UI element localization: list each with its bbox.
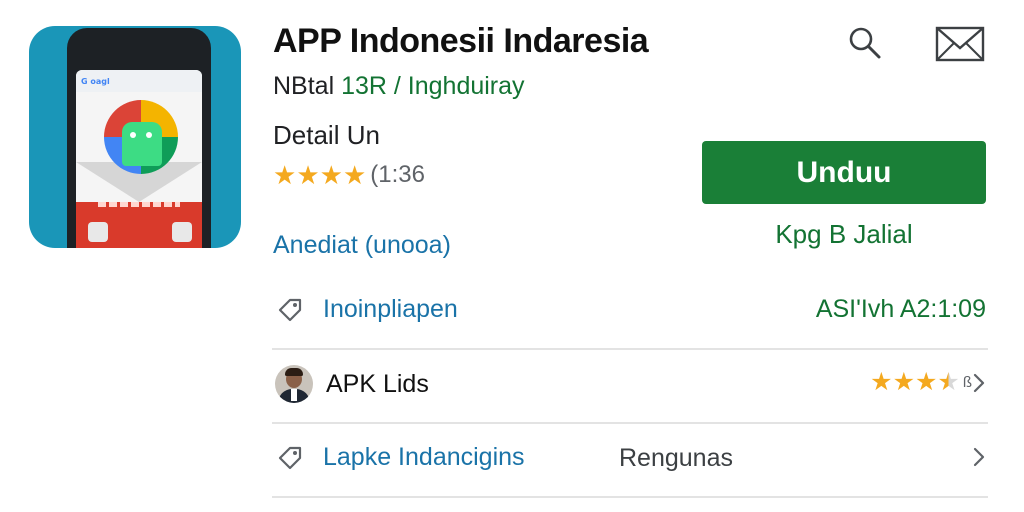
rating-count: (1:36 xyxy=(370,161,425,188)
info-row-inoinpliapen[interactable]: Inoinpliapen ASI'Ivh A2:1:09 xyxy=(270,282,990,342)
row-value: ASI'Ivh A2:1:09 xyxy=(815,295,986,323)
star-icon: ★ xyxy=(273,160,297,190)
mail-icon[interactable] xyxy=(935,26,985,62)
star-icon: ★ xyxy=(914,368,938,396)
row-rating-extra: ß xyxy=(962,374,972,391)
developer-prefix: NBtal xyxy=(273,72,335,100)
star-icon: ★ xyxy=(892,368,915,396)
search-icon[interactable] xyxy=(846,24,884,62)
row-label: APK Lids xyxy=(326,370,429,398)
half-star-icon: ★ xyxy=(937,368,960,396)
tag-icon xyxy=(278,446,302,470)
chevron-right-icon[interactable] xyxy=(972,444,986,470)
app-icon: G oagl xyxy=(29,26,241,248)
star-icon: ★ xyxy=(870,368,893,396)
phone-tile-left xyxy=(88,222,108,242)
star-icon: ★ xyxy=(296,160,320,190)
install-subtitle: Kpg B Jalial xyxy=(775,219,913,249)
divider xyxy=(272,348,988,350)
tag-icon xyxy=(278,298,302,322)
info-row-lapke-indancigins[interactable]: Lapke Indancigins Rengunas xyxy=(270,430,990,490)
row-rating: ★ ★ ★ ★ ß xyxy=(870,370,972,395)
chevron-right-icon[interactable] xyxy=(972,370,986,396)
phone-tile-right xyxy=(172,222,192,242)
app-detail: Detail Un xyxy=(273,120,380,150)
info-row-apk-lids[interactable]: APK Lids ★ ★ ★ ★ ß xyxy=(270,356,990,416)
avatar xyxy=(275,365,313,403)
star-icon: ★ xyxy=(319,160,343,190)
android-robot-icon xyxy=(122,122,162,166)
phone-screen: G oagl xyxy=(76,70,202,248)
install-link[interactable]: Anediat (unooa) xyxy=(273,231,451,260)
row-label: Lapke Indancigins xyxy=(323,443,525,471)
divider xyxy=(272,422,988,424)
row-value: Rengunas xyxy=(619,444,733,472)
developer-link[interactable]: 13R / Inghduiray xyxy=(341,72,524,100)
divider xyxy=(272,496,988,498)
phone-screen-text xyxy=(98,202,180,207)
app-rating: ★ ★ ★ ★ (1:36 xyxy=(273,161,425,189)
phone-search-bar: G oagl xyxy=(76,70,202,92)
row-label: Inoinpliapen xyxy=(323,295,458,323)
phone-illustration: G oagl xyxy=(67,28,211,248)
avatar-shirt xyxy=(291,389,297,401)
install-button[interactable]: Unduu xyxy=(702,141,986,204)
star-icon: ★ xyxy=(342,160,367,190)
screen-bar-text: G oagl xyxy=(81,76,110,86)
developer-line[interactable]: NBtal 13R / Inghduiray xyxy=(273,72,525,101)
avatar-hair xyxy=(285,368,303,376)
app-title: APP Indonesii Indaresia xyxy=(273,22,649,60)
